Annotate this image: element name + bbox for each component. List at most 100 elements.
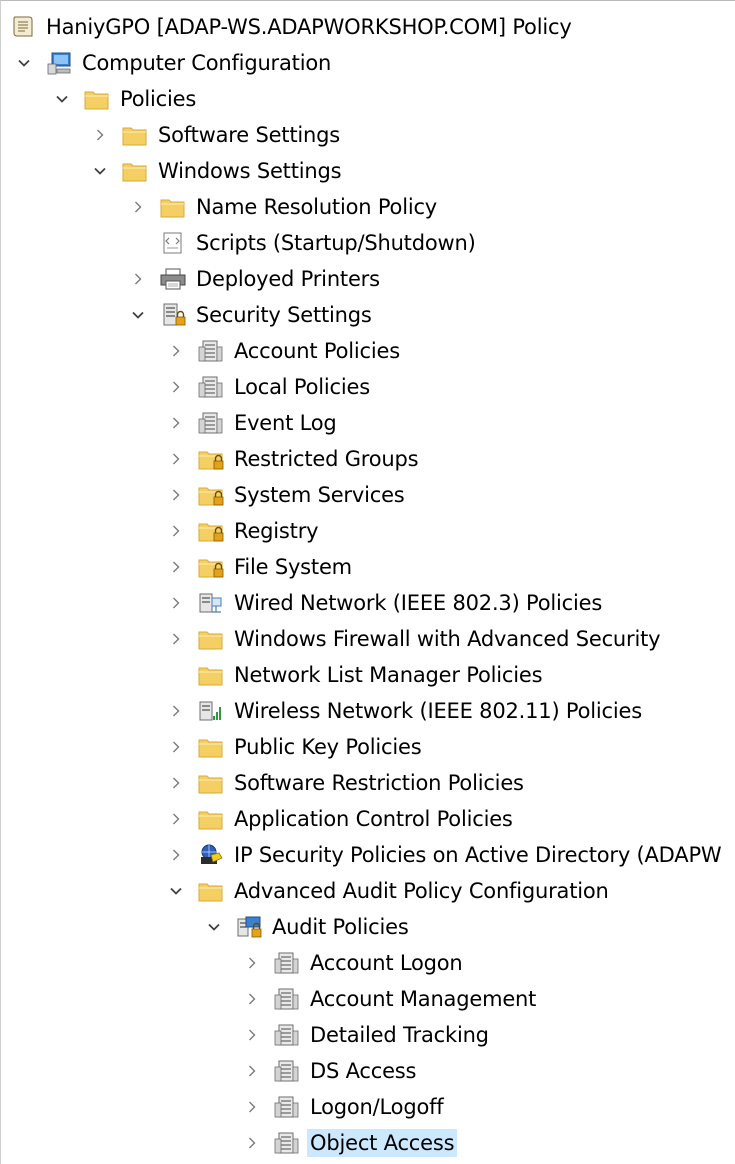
chevron-right-icon[interactable] (243, 1026, 261, 1044)
tree-node-label: File System (234, 555, 352, 579)
computer-icon (45, 50, 73, 76)
tree-node-policies[interactable]: Policies (1, 81, 735, 117)
folder-icon (197, 878, 225, 904)
tree-node-registry[interactable]: Registry (1, 513, 735, 549)
chevron-right-icon[interactable] (167, 774, 185, 792)
chevron-right-icon[interactable] (167, 378, 185, 396)
chevron-right-icon[interactable] (167, 342, 185, 360)
tree-node-label: Wired Network (IEEE 802.3) Policies (234, 591, 603, 615)
chevron-right-icon[interactable] (167, 846, 185, 864)
tree-node-label: Computer Configuration (82, 51, 332, 75)
chevron-right-icon[interactable] (243, 1062, 261, 1080)
chevron-right-icon[interactable] (167, 738, 185, 756)
server-icon (273, 1130, 301, 1156)
chevron-right-icon[interactable] (167, 594, 185, 612)
tree-node-local-policies[interactable]: Local Policies (1, 369, 735, 405)
tree-node-label: Account Policies (234, 339, 400, 363)
tree-node-event-log[interactable]: Event Log (1, 405, 735, 441)
tree-node-label: Policies (120, 87, 197, 111)
chevron-right-icon[interactable] (167, 414, 185, 432)
tree-node-scripts-startup-shutdown[interactable]: Scripts (Startup/Shutdown) (1, 225, 735, 261)
tree-node-label: Event Log (234, 411, 337, 435)
tree-node-detailed-tracking[interactable]: Detailed Tracking (1, 1017, 735, 1053)
folder-lock-icon (197, 518, 225, 544)
chevron-right-icon[interactable] (167, 450, 185, 468)
tree-node-label: Network List Manager Policies (234, 663, 543, 687)
chevron-right-icon[interactable] (167, 810, 185, 828)
chevron-down-icon[interactable] (205, 918, 223, 936)
policy-tree: HaniyGPO [ADAP-WS.ADAPWORKSHOP.COM] Poli… (1, 9, 735, 1161)
tree-node-ds-access[interactable]: DS Access (1, 1053, 735, 1089)
tree-node-system-services[interactable]: System Services (1, 477, 735, 513)
tree-node-label: Wireless Network (IEEE 802.11) Policies (234, 699, 642, 723)
chevron-right-icon[interactable] (129, 198, 147, 216)
chevron-down-icon[interactable] (129, 306, 147, 324)
tree-node-ip-security-policies-on-active-directory-adapw[interactable]: IP Security Policies on Active Directory… (1, 837, 735, 873)
tree-node-label: Software Settings (158, 123, 340, 147)
tree-node-haniygpo-adap-ws-adapworkshop-com-policy[interactable]: HaniyGPO [ADAP-WS.ADAPWORKSHOP.COM] Poli… (1, 9, 735, 45)
chevron-right-icon[interactable] (167, 630, 185, 648)
tree-node-logon-logoff[interactable]: Logon/Logoff (1, 1089, 735, 1125)
network-icon (197, 590, 225, 616)
folder-icon (197, 770, 225, 796)
tree-node-object-access[interactable]: Object Access (1, 1125, 735, 1161)
chevron-down-icon[interactable] (91, 162, 109, 180)
chevron-right-icon[interactable] (167, 486, 185, 504)
tree-node-application-control-policies[interactable]: Application Control Policies (1, 801, 735, 837)
tree-node-label: Logon/Logoff (310, 1095, 444, 1119)
tree-node-windows-settings[interactable]: Windows Settings (1, 153, 735, 189)
chevron-down-icon[interactable] (15, 54, 33, 72)
server-icon (197, 338, 225, 364)
tree-node-label: Restricted Groups (234, 447, 419, 471)
chevron-down-icon[interactable] (53, 90, 71, 108)
tree-node-restricted-groups[interactable]: Restricted Groups (1, 441, 735, 477)
printer-icon (159, 266, 187, 292)
tree-node-label: Software Restriction Policies (234, 771, 524, 795)
server-lock-icon (159, 302, 187, 328)
audit-icon (235, 914, 263, 940)
chevron-right-icon[interactable] (129, 270, 147, 288)
chevron-down-icon[interactable] (167, 882, 185, 900)
tree-node-label: Object Access (307, 1129, 458, 1157)
tree-node-wired-network-ieee-802-3-policies[interactable]: Wired Network (IEEE 802.3) Policies (1, 585, 735, 621)
chevron-right-icon[interactable] (167, 558, 185, 576)
chevron-right-icon[interactable] (91, 126, 109, 144)
chevron-right-icon[interactable] (243, 1098, 261, 1116)
tree-node-software-settings[interactable]: Software Settings (1, 117, 735, 153)
tree-node-label: Public Key Policies (234, 735, 422, 759)
tree-node-wireless-network-ieee-802-11-policies[interactable]: Wireless Network (IEEE 802.11) Policies (1, 693, 735, 729)
chevron-right-icon[interactable] (243, 954, 261, 972)
tree-node-deployed-printers[interactable]: Deployed Printers (1, 261, 735, 297)
folder-icon (121, 158, 149, 184)
tree-node-name-resolution-policy[interactable]: Name Resolution Policy (1, 189, 735, 225)
tree-node-file-system[interactable]: File System (1, 549, 735, 585)
chevron-right-icon[interactable] (243, 1134, 261, 1152)
server-icon (273, 1094, 301, 1120)
tree-node-security-settings[interactable]: Security Settings (1, 297, 735, 333)
tree-node-audit-policies[interactable]: Audit Policies (1, 909, 735, 945)
script-icon (159, 230, 187, 256)
tree-node-windows-firewall-with-advanced-security[interactable]: Windows Firewall with Advanced Security (1, 621, 735, 657)
server-icon (273, 1058, 301, 1084)
tree-node-label: Local Policies (234, 375, 370, 399)
tree-node-computer-configuration[interactable]: Computer Configuration (1, 45, 735, 81)
tree-node-public-key-policies[interactable]: Public Key Policies (1, 729, 735, 765)
tree-node-software-restriction-policies[interactable]: Software Restriction Policies (1, 765, 735, 801)
tree-node-account-management[interactable]: Account Management (1, 981, 735, 1017)
tree-node-advanced-audit-policy-configuration[interactable]: Advanced Audit Policy Configuration (1, 873, 735, 909)
server-icon (197, 410, 225, 436)
tree-node-account-logon[interactable]: Account Logon (1, 945, 735, 981)
tree-node-network-list-manager-policies[interactable]: Network List Manager Policies (1, 657, 735, 693)
tree-node-label: Account Management (310, 987, 537, 1011)
ip-security-icon (197, 842, 225, 868)
tree-node-label: Advanced Audit Policy Configuration (234, 879, 609, 903)
server-icon (197, 374, 225, 400)
folder-icon (197, 626, 225, 652)
tree-node-label: Account Logon (310, 951, 463, 975)
tree-node-label: Application Control Policies (234, 807, 513, 831)
chevron-right-icon[interactable] (167, 702, 185, 720)
tree-node-account-policies[interactable]: Account Policies (1, 333, 735, 369)
chevron-right-icon[interactable] (243, 990, 261, 1008)
wireless-icon (197, 698, 225, 724)
chevron-right-icon[interactable] (167, 522, 185, 540)
